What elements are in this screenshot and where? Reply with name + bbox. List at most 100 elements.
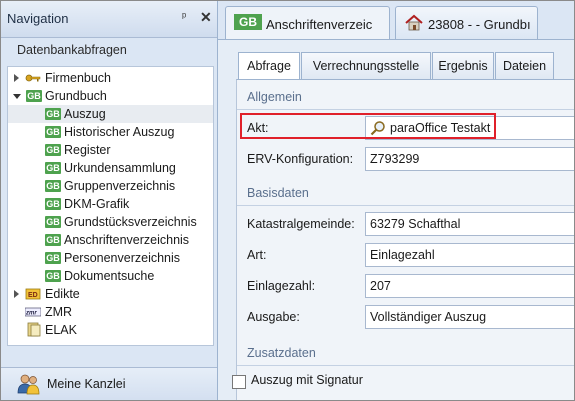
tree-item-grundbuch[interactable]: GB Grundbuch: [8, 87, 213, 105]
erv-value: Z793299: [370, 152, 420, 166]
tree-item-dkm-grafik[interactable]: GB DKM-Grafik: [8, 195, 213, 213]
gb-icon: GB: [45, 216, 61, 228]
tab-verrechnungsstelle[interactable]: Verrechnungsstelle: [301, 52, 431, 79]
tree-item-label: DKM-Grafik: [64, 197, 130, 211]
divider: [237, 365, 574, 366]
nav-section-label: Datenbankabfragen: [17, 43, 127, 57]
tree-item-personenverzeichnis[interactable]: GB Personenverzeichnis: [8, 249, 213, 267]
gb-icon: GB: [45, 126, 61, 138]
tree-item-label: Auszug: [64, 107, 106, 121]
tree-item-edikte[interactable]: ED Edikte: [8, 285, 213, 303]
tree-item-label: Register: [64, 143, 111, 157]
tree-item-register[interactable]: GB Register: [8, 141, 213, 159]
tab-label: Ergebnis: [438, 59, 488, 73]
gb-icon: GB: [45, 180, 61, 192]
signatur-checkbox[interactable]: [232, 375, 246, 389]
expand-icon[interactable]: [14, 74, 19, 82]
tree-item-label: Firmenbuch: [45, 71, 111, 85]
erv-label: ERV-Konfiguration:: [247, 152, 354, 166]
ausgabe-label: Ausgabe:: [247, 310, 300, 324]
app-window: Navigation ᵖ ✕ Datenbankabfragen Firmenb…: [0, 0, 575, 401]
tab-label: Anschriftenverzeic: [266, 17, 373, 32]
gb-icon: GB: [45, 270, 61, 282]
gb-icon: GB: [45, 234, 61, 246]
section-allgemein: Allgemein: [247, 90, 302, 104]
gb-icon: GB: [45, 252, 61, 264]
tree-item-auszug[interactable]: GB Auszug: [8, 105, 213, 123]
gb-icon: GB: [45, 108, 61, 120]
kg-value: 63279 Schafthal: [370, 217, 461, 231]
tree-item-anschriftenverzeichnis[interactable]: GB Anschriftenverzeichnis: [8, 231, 213, 249]
meine-kanzlei-button[interactable]: Meine Kanzlei: [1, 367, 217, 400]
navigation-header: Navigation ᵖ ✕: [1, 1, 217, 38]
gb-icon: GB: [234, 14, 262, 30]
zmr-icon: zmr: [25, 307, 41, 317]
elak-icon: [27, 322, 41, 337]
gb-icon: GB: [45, 198, 61, 210]
divider: [237, 109, 574, 110]
tree-item-urkundensammlung[interactable]: GB Urkundensammlung: [8, 159, 213, 177]
tree-item-historischer-auszug[interactable]: GB Historischer Auszug: [8, 123, 213, 141]
tab-dateien[interactable]: Dateien: [495, 52, 554, 79]
einlagezahl-value: 207: [370, 279, 391, 293]
tree-item-elak[interactable]: ELAK: [8, 321, 213, 339]
tab-anschriftenverzeichnis[interactable]: GB Anschriftenverzeic: [225, 6, 390, 40]
edikte-icon: ED: [25, 288, 41, 300]
people-icon: [17, 374, 40, 395]
tree-item-label: Anschriftenverzeichnis: [64, 233, 190, 247]
einlagezahl-field[interactable]: 207: [365, 274, 574, 298]
nav-section-header[interactable]: Datenbankabfragen: [8, 37, 214, 61]
tree-item-label: Historischer Auszug: [64, 125, 175, 139]
tree-item-label: ZMR: [45, 305, 73, 319]
signatur-label: Auszug mit Signatur: [251, 373, 363, 387]
tree-item-firmenbuch[interactable]: Firmenbuch: [8, 69, 213, 87]
collapse-icon[interactable]: [13, 94, 21, 99]
tree-item-zmr[interactable]: zmr ZMR: [8, 303, 213, 321]
tree-item-label: Dokumentsuche: [64, 269, 155, 283]
tab-label: Abfrage: [247, 59, 291, 73]
gb-icon: GB: [45, 162, 61, 174]
tab-label: 23808 - - Grundbı: [428, 17, 531, 32]
tree-item-label: ELAK: [45, 323, 77, 337]
katastralgemeinde-field[interactable]: 63279 Schafthal: [365, 212, 574, 236]
house-icon: [405, 14, 423, 31]
navigation-tree: Firmenbuch GB Grundbuch GB Auszug GB His…: [7, 66, 214, 346]
tree-item-label: Urkundensammlung: [64, 161, 176, 175]
tree-item-label: Gruppenverzeichnis: [64, 179, 176, 193]
tree-item-grundstuecksverzeichnis[interactable]: GB Grundstücksverzeichnis: [8, 213, 213, 231]
tab-abfrage[interactable]: Abfrage: [238, 52, 300, 80]
close-icon[interactable]: ✕: [200, 9, 212, 26]
tab-ergebnis[interactable]: Ergebnis: [432, 52, 494, 79]
erv-field[interactable]: Z793299: [365, 147, 574, 171]
tab-label: Dateien: [502, 59, 547, 73]
query-form: Allgemein Akt: paraOffice Testakt ERV-Ko…: [236, 79, 574, 400]
tree-item-label: Personenverzeichnis: [64, 251, 181, 265]
tree-item-gruppenverzeichnis[interactable]: GB Gruppenverzeichnis: [8, 177, 213, 195]
gb-icon: GB: [45, 144, 61, 156]
art-label: Art:: [247, 248, 267, 262]
pin-icon[interactable]: ᵖ: [182, 11, 186, 23]
navigation-pane: Navigation ᵖ ✕ Datenbankabfragen Firmenb…: [1, 1, 218, 400]
content-area: Abfrage Verrechnungsstelle Ergebnis Date…: [218, 39, 574, 400]
svg-text:ED: ED: [28, 292, 38, 299]
expand-icon[interactable]: [14, 290, 19, 298]
divider: [237, 205, 574, 206]
art-select[interactable]: Einlagezahl: [365, 243, 574, 267]
tab-grundbuch-23808[interactable]: 23808 - - Grundbı: [395, 6, 538, 40]
tree-item-label: Edikte: [45, 287, 80, 301]
einlagezahl-label: Einlagezahl:: [247, 279, 316, 293]
tree-item-label: Grundstücksverzeichnis: [64, 215, 197, 229]
svg-text:zmr: zmr: [25, 311, 37, 317]
art-value: Einlagezahl: [370, 248, 435, 262]
meine-kanzlei-label: Meine Kanzlei: [47, 377, 126, 391]
ausgabe-select[interactable]: Vollständiger Auszug: [365, 305, 574, 329]
keys-icon: [25, 74, 41, 82]
ausgabe-value: Vollständiger Auszug: [370, 310, 487, 324]
kg-label: Katastralgemeinde:: [247, 217, 355, 231]
document-tabs: GB Anschriftenverzeic 23808 - - Grundbı: [218, 1, 574, 40]
navigation-title: Navigation: [7, 11, 69, 26]
tab-label: Verrechnungsstelle: [312, 59, 420, 73]
gb-icon: GB: [26, 90, 42, 102]
tree-item-dokumentsuche[interactable]: GB Dokumentsuche: [8, 267, 213, 285]
section-zusatzdaten: Zusatzdaten: [247, 346, 316, 360]
